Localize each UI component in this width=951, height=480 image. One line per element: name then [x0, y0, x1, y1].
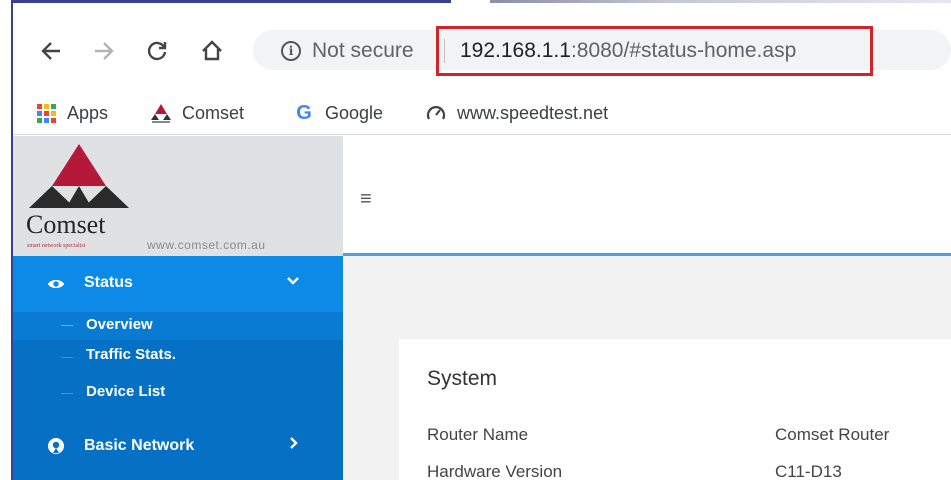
bookmarks-bar: Apps Comset G Google www.speedtest.net — [13, 93, 951, 135]
bookmark-google[interactable]: G Google — [293, 99, 383, 127]
top-header: ≡ — [343, 136, 951, 256]
sidebar-item-basic-network[interactable]: Basic Network — [13, 420, 343, 480]
row-value-router-name: Comset Router — [775, 425, 890, 444]
chevron-right-icon — [289, 436, 299, 452]
sidebar-item-label: Status — [84, 274, 133, 291]
sidebar-subitem-overview[interactable]: Overview — [13, 312, 343, 340]
sidebar-item-label: Basic Network — [84, 437, 195, 454]
comset-logo-icon — [29, 144, 129, 208]
bookmark-label: Google — [325, 102, 384, 123]
bookmark-label: www.speedtest.net — [457, 102, 609, 123]
main-content: System Router Name Comset Router Hardwar… — [343, 259, 951, 480]
sidebar-subitem-label: Device List — [86, 383, 166, 400]
tree-connector — [61, 357, 73, 358]
bookmark-apps[interactable]: Apps — [35, 99, 108, 127]
bookmark-label: Comset — [182, 102, 245, 123]
globe-icon — [47, 437, 65, 455]
bookmark-speedtest[interactable]: www.speedtest.net — [425, 99, 608, 127]
logo-tagline: smart network specialist — [27, 243, 86, 249]
sidebar-subitem-device-list[interactable]: Device List — [13, 380, 343, 420]
logo-panel: Comset smart network specialist www.coms… — [13, 136, 343, 256]
forward-arrow-icon[interactable] — [88, 35, 120, 67]
bookmark-comset[interactable]: Comset — [150, 99, 244, 127]
speedtest-icon — [425, 102, 447, 124]
security-label[interactable]: Not secure — [312, 39, 414, 63]
router-page: Comset smart network specialist www.coms… — [13, 136, 951, 480]
apps-grid-icon — [35, 102, 57, 124]
system-card: System Router Name Comset Router Hardwar… — [399, 339, 951, 480]
bookmark-label: Apps — [67, 102, 109, 123]
row-value-hardware-version: C11-D13 — [775, 462, 842, 480]
card-title: System — [427, 367, 498, 390]
row-label-hardware-version: Hardware Version — [427, 462, 563, 480]
chevron-down-icon — [287, 273, 299, 289]
home-icon[interactable] — [196, 35, 228, 67]
google-icon: G — [296, 101, 312, 124]
sidebar-subitem-label: Overview — [86, 316, 153, 333]
sidebar-item-status[interactable]: Status — [13, 256, 343, 312]
tree-connector — [61, 325, 73, 326]
tree-connector — [61, 393, 73, 394]
logo-name: Comset — [26, 210, 106, 239]
sidebar: Status Overview Traffic Stats. Device Li… — [13, 256, 343, 480]
comset-logo-icon — [150, 102, 172, 124]
back-arrow-icon[interactable] — [35, 35, 67, 67]
logo-website: www.comset.com.au — [147, 238, 266, 252]
row-label-router-name: Router Name — [427, 425, 529, 444]
hamburger-menu-icon[interactable]: ≡ — [360, 188, 372, 211]
browser-toolbar: i Not secure 192.168.1.1:8080/#status-ho… — [13, 3, 951, 93]
reload-icon[interactable] — [141, 35, 173, 67]
eye-icon — [47, 275, 65, 293]
url-highlight-box — [436, 26, 873, 76]
sidebar-subitem-label: Traffic Stats. — [86, 346, 177, 363]
info-icon[interactable]: i — [281, 41, 301, 61]
sidebar-subitems: Traffic Stats. Device List — [13, 340, 343, 420]
sidebar-subitem-traffic-stats[interactable]: Traffic Stats. — [13, 340, 343, 380]
